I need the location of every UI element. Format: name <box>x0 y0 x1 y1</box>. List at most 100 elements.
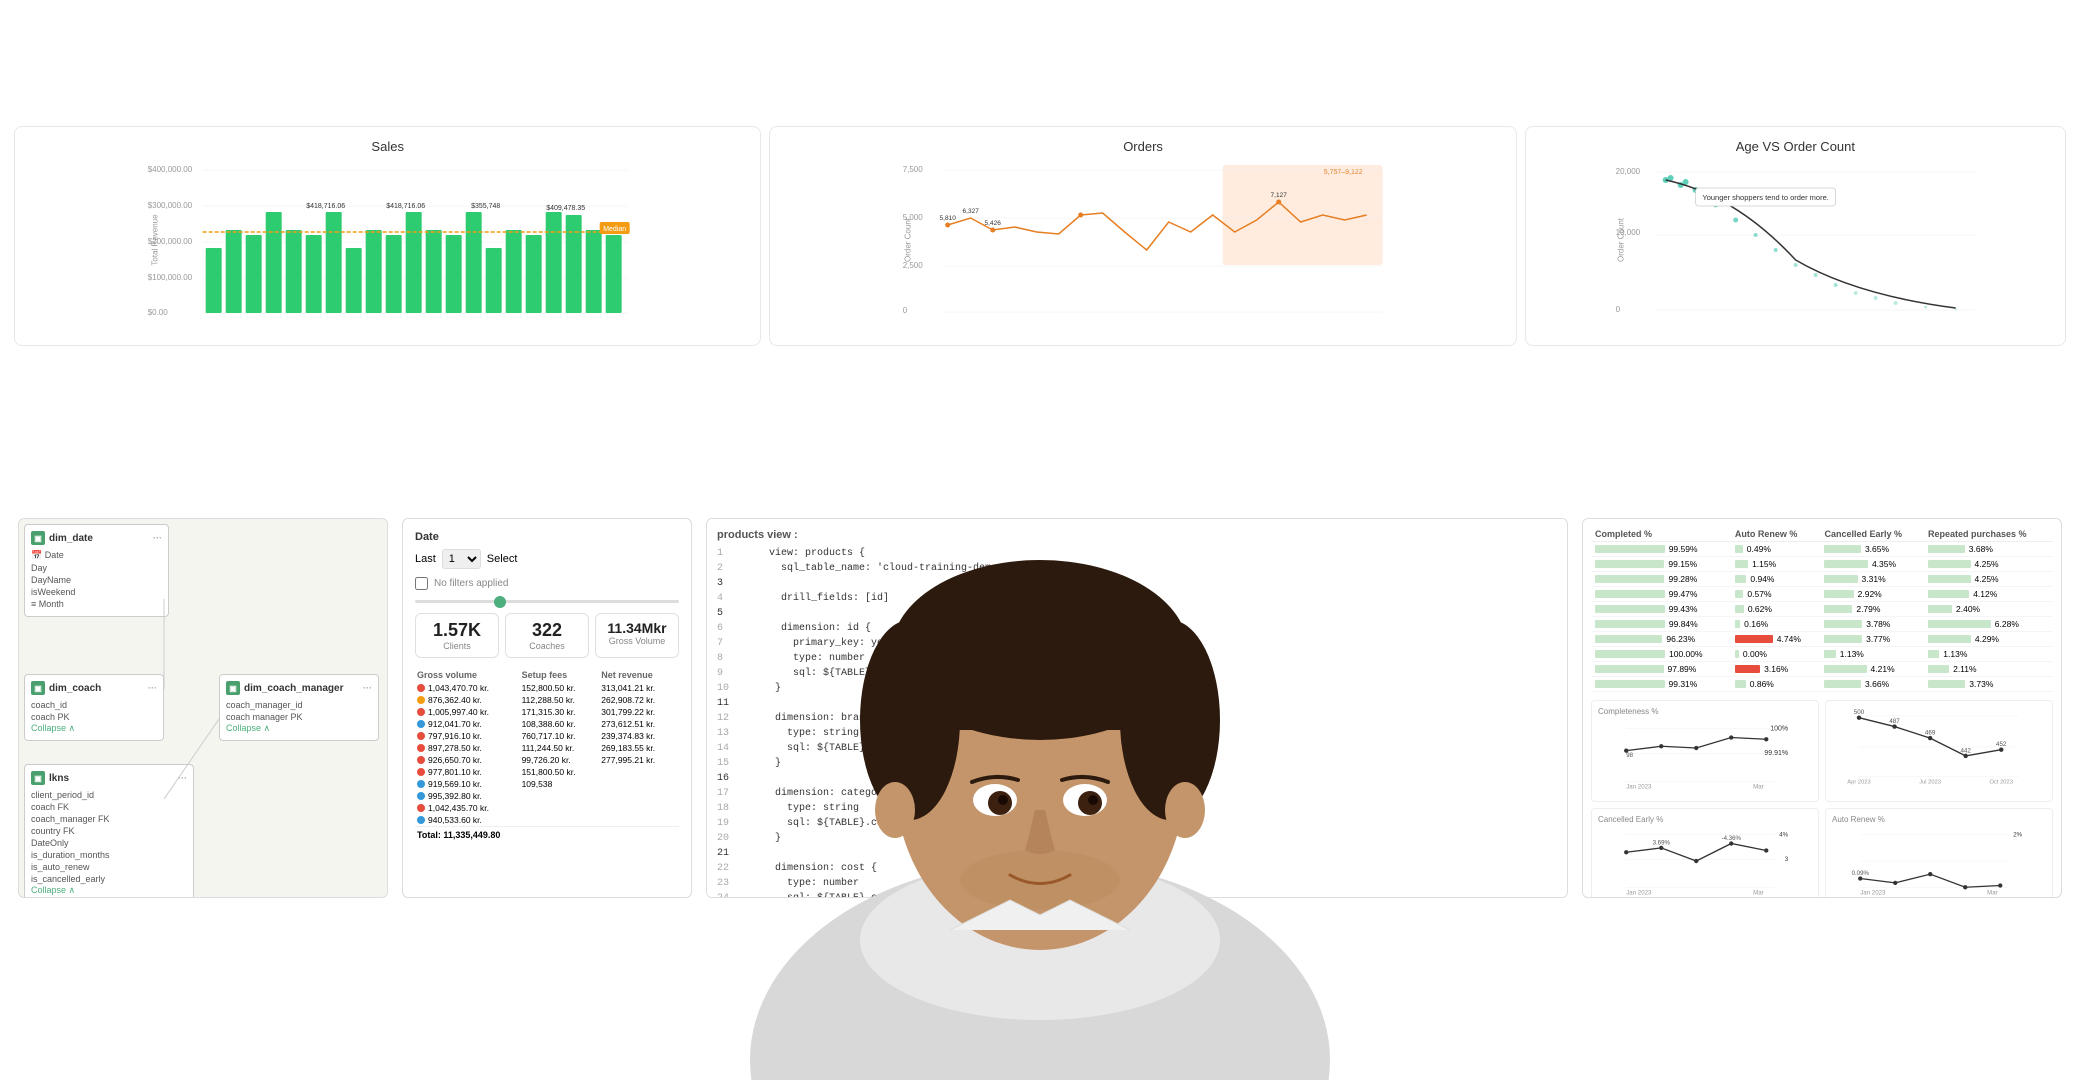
filter-panel: Date Last 1 3 6 12 Select No filters app… <box>402 518 692 898</box>
age-order-svg: 20,000 10,000 0 <box>1538 160 2053 320</box>
table-menu[interactable]: ··· <box>363 683 372 693</box>
svg-text:100%: 100% <box>1770 726 1788 733</box>
erd-panel: ▣ dim_date ··· 📅 Date Day DayName isWeek… <box>18 518 388 898</box>
field: country FK <box>31 825 187 837</box>
person-overlay <box>740 540 1340 1080</box>
field: coach_id <box>31 699 157 711</box>
field: coach_manager_id <box>226 699 372 711</box>
svg-text:2%: 2% <box>2013 832 2022 839</box>
orders-chart: Orders 5,757–9,122 7,500 5,000 2,500 0 5… <box>769 126 1516 346</box>
sales-chart-title: Sales <box>27 139 748 154</box>
col-net: Net revenue <box>599 668 679 682</box>
field: Day <box>31 562 162 574</box>
table-row: 99.31% 0.86% 3.66% 3.73% <box>1591 677 2053 692</box>
field: coach manager PK <box>226 711 372 723</box>
cancelled-early-chart: Cancelled Early % 4% 3 -4.36% 3.69% <box>1591 808 1819 898</box>
svg-text:5,810: 5,810 <box>940 215 957 222</box>
list-item: 940,533.60 kr. <box>415 814 679 827</box>
svg-text:Mar: Mar <box>1753 890 1764 897</box>
field: coach PK <box>31 711 157 723</box>
svg-text:469: 469 <box>1925 730 1936 737</box>
table-row: 99.84% 0.16% 3.78% 6.28% <box>1591 617 2053 632</box>
list-item: 977,801.10 kr. 151,800.50 kr. <box>415 766 679 778</box>
filter-period-select[interactable]: 1 3 6 12 <box>442 549 481 569</box>
table-row: 96.23% 4.74% 3.77% 4.29% <box>1591 632 2053 647</box>
field: coach FK <box>31 801 187 813</box>
svg-text:Mar: Mar <box>1753 784 1764 791</box>
mini-charts-grid: Completeness % 100% 99.91% Jan 2023 Mar <box>1591 700 2053 898</box>
list-item: 926,650.70 kr. 99,726.20 kr. 277,995.21 … <box>415 754 679 766</box>
table-row: 99.59% 0.49% 3.65% 3.68% <box>1591 542 2053 557</box>
svg-text:Jul 2023: Jul 2023 <box>1919 780 1941 786</box>
no-filters-text: No filters applied <box>434 578 508 589</box>
table-menu[interactable]: ··· <box>153 533 162 543</box>
svg-text:3.69%: 3.69% <box>1653 840 1671 847</box>
completeness-svg: 100% 99.91% Jan 2023 Mar 98 <box>1598 720 1812 790</box>
svg-text:487: 487 <box>1889 718 1900 725</box>
no-filters-checkbox[interactable] <box>415 577 428 590</box>
table-row: 100.00% 0.00% 1.13% 1.13% <box>1591 647 2053 662</box>
collapse-btn[interactable]: Collapse ∧ <box>31 723 157 734</box>
filter-last-label: Last <box>415 553 436 565</box>
svg-text:452: 452 <box>1996 742 2007 749</box>
collapse-btn[interactable]: Collapse ∧ <box>226 723 372 734</box>
erd-table-coach-manager: ▣ dim_coach_manager ··· coach_manager_id… <box>219 674 379 741</box>
table-menu[interactable]: ··· <box>178 773 187 783</box>
age-order-chart: Age VS Order Count 20,000 10,000 0 <box>1525 126 2066 346</box>
table-row: 99.15% 1.15% 4.35% 4.25% <box>1591 557 2053 572</box>
list-item: 1,042,435.70 kr. <box>415 802 679 814</box>
list-item: 876,362.40 kr. 112,288.50 kr. 262,908.72… <box>415 694 679 706</box>
svg-text:$400,000.00: $400,000.00 <box>148 165 193 174</box>
mini-kpi-coaches-val: 322 <box>512 620 582 641</box>
mini-kpi-coaches-lbl: Coaches <box>512 641 582 651</box>
erd-table-lkns: ▣ lkns ··· client_period_id coach FK coa… <box>24 764 194 898</box>
date-slider[interactable] <box>415 600 679 603</box>
volume-line-chart: 500 487 469 442 452 Apr 2023 Jul 2023 Oc… <box>1825 700 2053 802</box>
svg-text:Order Count: Order Count <box>1616 218 1625 263</box>
list-item: 919,569.10 kr. 109,538 <box>415 778 679 790</box>
field: is_cancelled_early <box>31 873 187 885</box>
field: ≡ Month <box>31 598 162 610</box>
right-analytics-panel: Completed % Auto Renew % Cancelled Early… <box>1582 518 2062 898</box>
svg-text:$0.00: $0.00 <box>148 308 169 317</box>
revenue-total-row: Total: 11,335,449.80 <box>415 827 679 844</box>
svg-text:98: 98 <box>1626 752 1633 759</box>
mini-kpi-clients-val: 1.57K <box>422 620 492 641</box>
field: 📅 Date <box>31 549 162 562</box>
collapse-btn[interactable]: Collapse ∧ <box>31 885 187 896</box>
svg-text:$418,716.06: $418,716.06 <box>386 203 425 210</box>
mini-kpi-volume-val: 11.34Mkr <box>602 620 672 636</box>
svg-text:5,426: 5,426 <box>985 220 1002 227</box>
filter-date-label: Date <box>415 531 679 543</box>
revenue-table: Gross volume Setup fees Net revenue 1,04… <box>415 668 679 843</box>
no-filters: No filters applied <box>415 577 679 590</box>
svg-text:$100,000.00: $100,000.00 <box>148 273 193 282</box>
col-completed: Completed % <box>1591 527 1731 542</box>
svg-text:Oct 2023: Oct 2023 <box>1990 780 2013 786</box>
svg-text:Median: Median <box>603 226 626 233</box>
list-item: 995,392.80 kr. <box>415 790 679 802</box>
svg-text:$409,478.35: $409,478.35 <box>546 205 585 212</box>
table-name: dim_coach_manager <box>244 683 344 694</box>
col-repeated: Repeated purchases % <box>1924 527 2053 542</box>
svg-text:Jan 2023: Jan 2023 <box>1626 784 1652 791</box>
field: isWeekend <box>31 586 162 598</box>
auto-renew-chart: Auto Renew % 2% 0.09% Jan 2023 Mar <box>1825 808 2053 898</box>
person-svg <box>750 540 1330 1080</box>
svg-text:500: 500 <box>1854 710 1865 717</box>
svg-text:20,000: 20,000 <box>1615 167 1640 176</box>
svg-text:Younger shoppers tend to order: Younger shoppers tend to order more. <box>1702 193 1828 202</box>
completeness-title: Completeness % <box>1598 707 1812 716</box>
table-menu[interactable]: ··· <box>148 683 157 693</box>
cancelled-svg: 4% 3 -4.36% 3.69% Jan 2023 Mar <box>1598 826 1812 896</box>
svg-text:99.91%: 99.91% <box>1764 750 1788 757</box>
svg-text:Jan 2023: Jan 2023 <box>1860 890 1886 897</box>
svg-text:0: 0 <box>1615 305 1620 314</box>
table-name: dim_date <box>49 533 93 544</box>
filter-select-label: Select <box>487 553 518 565</box>
filter-controls: Last 1 3 6 12 Select <box>415 549 679 569</box>
svg-text:Order Count: Order Count <box>904 218 913 263</box>
table-icon: ▣ <box>31 531 45 545</box>
table-row: 99.28% 0.94% 3.31% 4.25% <box>1591 572 2053 587</box>
svg-text:7,127: 7,127 <box>1271 192 1288 199</box>
